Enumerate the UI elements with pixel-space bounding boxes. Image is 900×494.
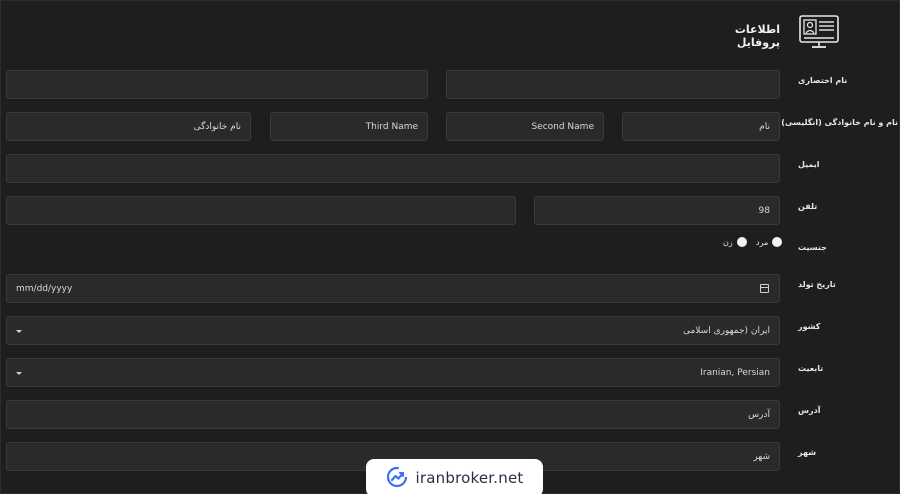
gender-male-option[interactable]: مرد — [756, 237, 783, 247]
birthdate-placeholder: mm/dd/yyyy — [16, 283, 73, 294]
nationality-select[interactable]: Iranian, Persian — [6, 358, 780, 387]
email-field[interactable] — [6, 154, 780, 183]
nickname-secondary-input[interactable] — [6, 70, 428, 99]
label-nickname: نام اختصاری — [798, 76, 848, 85]
address-input[interactable]: آدرس — [6, 400, 780, 429]
gender-female-option[interactable]: زن — [723, 237, 747, 247]
nickname-input[interactable] — [446, 70, 780, 99]
page-title: اطلاعات پروفایل — [734, 23, 780, 49]
gender-male-radio[interactable] — [772, 237, 783, 247]
nationality-selected-value: Iranian, Persian — [700, 367, 770, 378]
label-address: آدرس — [798, 406, 821, 415]
label-nationality: تابعیت — [798, 364, 824, 373]
country-selected-value: ایران (جمهوری اسلامی — [682, 325, 770, 336]
gender-female-radio[interactable] — [736, 237, 747, 247]
birthdate-input[interactable]: mm/dd/yyyy — [6, 274, 780, 303]
second-name-input[interactable]: Second Name — [446, 112, 604, 141]
watermark-text: iranbroker.net — [415, 469, 524, 487]
chart-logo-icon — [386, 466, 408, 491]
calendar-icon[interactable] — [760, 284, 769, 293]
profile-monitor-icon — [798, 14, 840, 50]
watermark-badge: iranbroker.net — [366, 459, 543, 494]
phone-code-input[interactable]: 98 — [534, 196, 780, 225]
gender-male-label: مرد — [756, 237, 769, 247]
label-country: کشور — [798, 322, 821, 331]
first-name-input[interactable]: نام — [622, 112, 780, 141]
last-name-input[interactable]: نام خانوادگی — [6, 112, 251, 141]
label-city: شهر — [798, 448, 817, 457]
label-english-name: نام و نام خانوادگی (انگلیسی) — [781, 118, 898, 127]
label-gender: جنسیت — [798, 243, 827, 252]
chevron-down-icon — [16, 330, 22, 333]
label-email: ایمیل — [798, 160, 820, 169]
third-name-input[interactable]: Third Name — [270, 112, 428, 141]
phone-number-input[interactable] — [6, 196, 516, 225]
label-birthdate: تاریخ تولد — [798, 280, 836, 289]
label-phone: تلفن — [798, 202, 818, 211]
chevron-down-icon — [16, 372, 22, 375]
gender-female-label: زن — [723, 237, 733, 247]
country-select[interactable]: ایران (جمهوری اسلامی — [6, 316, 780, 345]
